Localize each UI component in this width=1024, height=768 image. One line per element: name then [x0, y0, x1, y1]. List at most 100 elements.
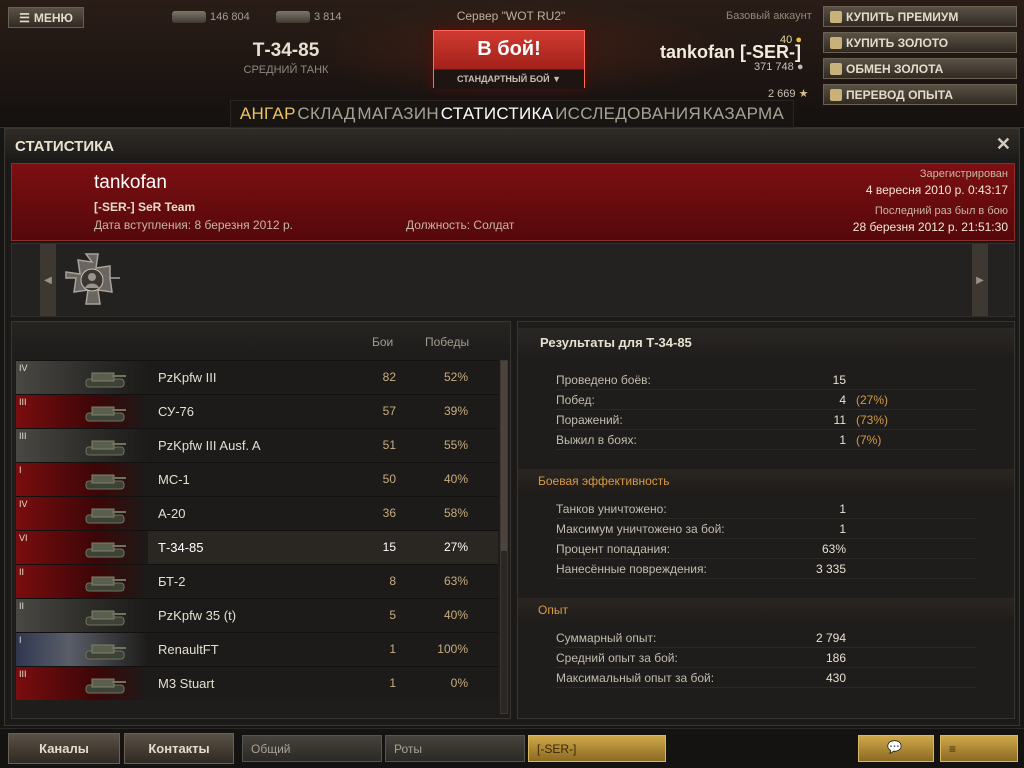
notifications-button[interactable]: ≡ [940, 735, 1018, 762]
tier-label: II [19, 567, 25, 577]
col-battles-header[interactable]: Бои [372, 335, 393, 349]
nation-flag: III [16, 395, 148, 428]
channel-clan-tab[interactable]: [-SER-] [528, 735, 666, 762]
table-row[interactable]: II БТ-2 8 63% [16, 564, 498, 598]
table-row[interactable]: III PzKpfw III Ausf. A 51 55% [16, 428, 498, 462]
exchange-gold-button[interactable]: ОБМЕН ЗОЛОТА [823, 58, 1017, 79]
contacts-button[interactable]: Контакты [124, 733, 234, 764]
tank-icon [85, 440, 126, 456]
buy-gold-button[interactable]: КУПИТЬ ЗОЛОТО [823, 32, 1017, 53]
tank-wins: 55% [443, 438, 468, 452]
menu-button[interactable]: ☰ МЕНЮ [8, 7, 84, 28]
tab-statistics[interactable]: СТАТИСТИКА [441, 104, 554, 124]
tank-battles: 1 [389, 642, 396, 656]
tab-barracks[interactable]: КАЗАРМА [703, 104, 784, 124]
tab-research[interactable]: ИССЛЕДОВАНИЯ [555, 104, 701, 124]
tank-battles: 15 [382, 540, 396, 554]
chat-button[interactable]: 💬 [858, 735, 934, 762]
table-row[interactable]: VI Т-34-85 15 27% [16, 530, 498, 564]
medals-next-arrow[interactable]: ▶ [972, 244, 988, 316]
profile-name: tankofan [94, 172, 167, 193]
tab-depot[interactable]: СКЛАД [297, 104, 355, 124]
tank-name: СУ-76 [158, 404, 195, 419]
stat-value: 1 [839, 502, 846, 516]
profile-banner: tankofan [-SER-] SeR Team Дата вступлени… [11, 163, 1015, 241]
tank-icon [85, 576, 126, 592]
stat-percent: (73%) [856, 413, 889, 427]
table-row[interactable]: III СУ-76 57 39% [16, 394, 498, 428]
scrollbar-thumb[interactable] [501, 361, 507, 551]
col-wins-header[interactable]: Победы [425, 335, 469, 349]
credits-icon: ● [796, 61, 804, 73]
stat-value: 1 [839, 522, 846, 536]
tank-battles: 8 [389, 574, 396, 588]
tank-name: PzKpfw III [158, 370, 217, 385]
list-scrollbar[interactable] [500, 360, 508, 714]
credits-balance: 371 748 ● [754, 61, 803, 73]
tank-battles: 1 [389, 676, 396, 690]
tier-label: IV [19, 363, 28, 373]
tank-wins: 63% [443, 574, 468, 588]
buy-premium-button[interactable]: КУПИТЬ ПРЕМИУМ [823, 6, 1017, 27]
battle-mode-dropdown[interactable]: СТАНДАРТНЫЙ БОЙ ▼ [434, 69, 584, 89]
bottom-bar: Каналы Контакты Общий Роты [-SER-] 💬 ≡ [0, 728, 1024, 768]
stat-label: Нанесённые повреждения: [556, 562, 707, 576]
stat-row: Максимальный опыт за бой: 430 [556, 668, 976, 688]
buy-gold-label: КУПИТЬ ЗОЛОТО [846, 35, 949, 50]
tier-label: III [19, 669, 27, 679]
menu-icon: ☰ [19, 10, 30, 25]
stat-row: Танков уничтожено: 1 [556, 499, 976, 519]
xp-section-title: Опыт [518, 598, 1014, 622]
registered-label: Зарегистрирован [919, 168, 1008, 180]
table-row[interactable]: I RenaultFT 1 100% [16, 632, 498, 666]
tank-icon [85, 372, 126, 388]
window-title: СТАТИСТИКА [5, 129, 1019, 159]
tank-name: RenaultFT [158, 642, 219, 657]
gold-value: 40 [780, 34, 793, 46]
results-title: Результаты для Т-34-85 [518, 328, 1014, 356]
channels-button[interactable]: Каналы [8, 733, 120, 764]
nation-flag: VI [16, 531, 148, 564]
table-row[interactable]: IV А-20 36 58% [16, 496, 498, 530]
free-xp-balance: 2 669 ★ [768, 87, 808, 100]
battle-button[interactable]: В бой! СТАНДАРТНЫЙ БОЙ ▼ [433, 30, 585, 89]
xp-icon [830, 88, 842, 101]
stat-label: Поражений: [556, 413, 623, 427]
medals-prev-arrow[interactable]: ◀ [40, 244, 56, 316]
last-battle-value: 28 березня 2012 р. 21:51:30 [852, 220, 1008, 234]
stat-label: Побед: [556, 393, 595, 407]
tank-wins: 0% [450, 676, 468, 690]
tank-icon [276, 11, 310, 23]
medals-strip: ◀ ▶ [11, 243, 1015, 317]
clan-name[interactable]: [-SER-] SeR Team [94, 200, 195, 214]
table-row[interactable]: II PzKpfw 35 (t) 5 40% [16, 598, 498, 632]
stat-row: Процент попадания: 63% [556, 539, 976, 559]
channel-general-tab[interactable]: Общий [242, 735, 382, 762]
channel-companies-tab[interactable]: Роты [385, 735, 525, 762]
convert-xp-label: ПЕРЕВОД ОПЫТА [846, 87, 954, 102]
stat-label: Выжил в боях: [556, 433, 637, 447]
main-nav: АНГАР СКЛАД МАГАЗИН СТАТИСТИКА ИССЛЕДОВА… [230, 100, 794, 128]
top-bar: ☰ МЕНЮ 146 804 3 814 Т-34-85 СРЕДНИЙ ТАН… [0, 0, 1024, 128]
stat-label: Максимум уничтожено за бой: [556, 522, 725, 536]
combat-section-title: Боевая эффективность [518, 469, 1014, 493]
tier-label: II [19, 601, 25, 611]
tank-icon [85, 508, 126, 524]
medal-icon[interactable] [64, 252, 120, 308]
tab-hangar[interactable]: АНГАР [240, 104, 296, 124]
close-icon[interactable]: ✕ [996, 134, 1011, 155]
results-panel: Результаты для Т-34-85 Проведено боёв: 15… [517, 321, 1015, 719]
convert-xp-button[interactable]: ПЕРЕВОД ОПЫТА [823, 84, 1017, 105]
tab-shop[interactable]: МАГАЗИН [357, 104, 439, 124]
stat-percent: (27%) [856, 393, 889, 407]
star-icon: ★ [798, 88, 809, 100]
table-row[interactable]: IV PzKpfw III 82 52% [16, 360, 498, 394]
stat-value: 3 335 [815, 562, 846, 576]
table-row[interactable]: I МС-1 50 40% [16, 462, 498, 496]
tank-icon [85, 406, 126, 422]
server-name: Сервер "WOT RU2" [456, 9, 566, 23]
stat-value: 4 [839, 393, 846, 407]
table-row[interactable]: III M3 Stuart 1 0% [16, 666, 498, 700]
credits-value: 371 748 [754, 61, 794, 73]
last-battle-label: Последний раз был в бою [874, 205, 1008, 217]
